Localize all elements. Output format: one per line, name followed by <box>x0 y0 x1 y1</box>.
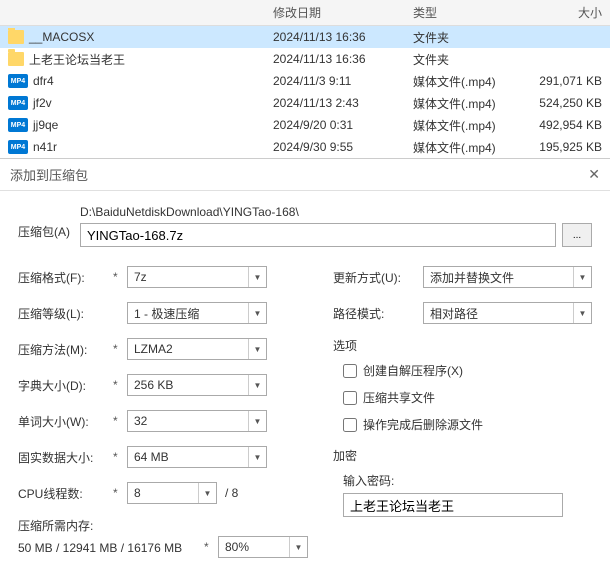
file-type: 媒体文件(.mp4) <box>405 71 520 92</box>
pathmode-label: 路径模式: <box>333 305 423 322</box>
folder-icon <box>8 52 24 66</box>
file-date: 2024/9/30 9:55 <box>265 138 405 156</box>
file-name: dfr4 <box>33 74 54 88</box>
col-header-date[interactable]: 修改日期 <box>265 0 405 25</box>
update-combo[interactable]: 添加并替换文件 ▼ <box>423 266 592 288</box>
file-list-header: 修改日期 类型 大小 <box>0 0 610 26</box>
file-list: 修改日期 类型 大小 __MACOSX2024/11/13 16:36文件夹上老… <box>0 0 610 159</box>
level-label: 压缩等级(L): <box>18 305 113 322</box>
file-type: 媒体文件(.mp4) <box>405 137 520 158</box>
browse-button[interactable]: ... <box>562 223 592 247</box>
sfx-label: 创建自解压程序(X) <box>363 362 463 379</box>
file-name: jf2v <box>33 96 52 110</box>
format-label: 压缩格式(F): <box>18 269 113 286</box>
encrypt-title: 加密 <box>333 447 592 464</box>
cpu-total: / 8 <box>225 486 238 500</box>
file-type: 媒体文件(.mp4) <box>405 115 520 136</box>
archive-dir: D:\BaiduNetdiskDownload\YINGTao-168\ <box>80 205 592 219</box>
star-icon: * <box>113 378 123 392</box>
file-size <box>520 35 610 39</box>
mp4-icon: MP4 <box>8 118 28 132</box>
mp4-icon: MP4 <box>8 96 28 110</box>
method-label: 压缩方法(M): <box>18 341 113 358</box>
file-name: jj9qe <box>33 118 58 132</box>
close-icon[interactable]: ✕ <box>588 166 600 183</box>
chevron-down-icon: ▼ <box>573 303 591 323</box>
dialog-title-text: 添加到压缩包 <box>10 165 88 184</box>
pathmode-combo[interactable]: 相对路径 ▼ <box>423 302 592 324</box>
col-header-size[interactable]: 大小 <box>520 0 610 25</box>
star-icon: * <box>113 486 123 500</box>
mp4-icon: MP4 <box>8 74 28 88</box>
chevron-down-icon: ▼ <box>248 339 266 359</box>
archive-file-input[interactable] <box>80 223 556 247</box>
star-icon: * <box>113 270 123 284</box>
chevron-down-icon: ▼ <box>248 267 266 287</box>
mem-label: 压缩所需内存: <box>18 517 308 534</box>
file-size <box>520 57 610 61</box>
chevron-down-icon: ▼ <box>573 267 591 287</box>
star-icon: * <box>113 342 123 356</box>
solid-combo[interactable]: 64 MB ▼ <box>127 446 267 468</box>
chevron-down-icon: ▼ <box>248 303 266 323</box>
file-row[interactable]: __MACOSX 2024/11/13 16:36文件夹 <box>0 26 610 48</box>
word-label: 单词大小(W): <box>18 413 113 430</box>
mem-combo[interactable]: 80% ▼ <box>218 536 308 558</box>
file-date: 2024/11/13 2:43 <box>265 94 405 112</box>
file-date: 2024/11/3 9:11 <box>265 72 405 90</box>
chevron-down-icon: ▼ <box>248 375 266 395</box>
delete-checkbox[interactable] <box>343 418 357 432</box>
mp4-icon: MP4 <box>8 140 28 154</box>
chevron-down-icon: ▼ <box>289 537 307 557</box>
password-input[interactable] <box>343 493 563 517</box>
mem-info: 50 MB / 12941 MB / 16176 MB <box>18 541 182 555</box>
file-size: 291,071 KB <box>520 72 610 90</box>
pwd-label: 输入密码: <box>343 472 592 489</box>
chevron-down-icon: ▼ <box>198 483 216 503</box>
star-icon: * <box>113 450 123 464</box>
file-size: 195,925 KB <box>520 138 610 156</box>
folder-icon <box>8 30 24 44</box>
method-combo[interactable]: LZMA2 ▼ <box>127 338 267 360</box>
star-icon: * <box>113 414 123 428</box>
star-icon: * <box>204 540 214 554</box>
dict-combo[interactable]: 256 KB ▼ <box>127 374 267 396</box>
share-checkbox[interactable] <box>343 391 357 405</box>
file-size: 492,954 KB <box>520 116 610 134</box>
file-type: 文件夹 <box>405 27 520 48</box>
file-row[interactable]: MP4 n41r 2024/9/30 9:55媒体文件(.mp4)195,925 K… <box>0 136 610 158</box>
word-combo[interactable]: 32 ▼ <box>127 410 267 432</box>
format-combo[interactable]: 7z ▼ <box>127 266 267 288</box>
archive-label: 压缩包(A) <box>18 205 70 240</box>
col-header-type[interactable]: 类型 <box>405 0 520 25</box>
dialog-titlebar: 添加到压缩包 ✕ <box>0 159 610 191</box>
cpu-label: CPU线程数: <box>18 485 113 502</box>
options-title: 选项 <box>333 337 592 354</box>
file-row[interactable]: MP4 jj9qe 2024/9/20 0:31媒体文件(.mp4)492,954 … <box>0 114 610 136</box>
chevron-down-icon: ▼ <box>248 447 266 467</box>
share-label: 压缩共享文件 <box>363 389 435 406</box>
file-name: n41r <box>33 140 57 154</box>
file-type: 媒体文件(.mp4) <box>405 93 520 114</box>
delete-label: 操作完成后删除源文件 <box>363 416 483 433</box>
dialog-body: 压缩包(A) D:\BaiduNetdiskDownload\YINGTao-1… <box>0 191 610 568</box>
sfx-checkbox[interactable] <box>343 364 357 378</box>
solid-label: 固实数据大小: <box>18 449 113 466</box>
cpu-combo[interactable]: 8 ▼ <box>127 482 217 504</box>
file-name: __MACOSX <box>29 30 94 44</box>
file-date: 2024/11/13 16:36 <box>265 28 405 46</box>
level-combo[interactable]: 1 - 极速压缩 ▼ <box>127 302 267 324</box>
file-row[interactable]: MP4 dfr4 2024/11/3 9:11媒体文件(.mp4)291,071 K… <box>0 70 610 92</box>
file-date: 2024/9/20 0:31 <box>265 116 405 134</box>
file-date: 2024/11/13 16:36 <box>265 50 405 68</box>
file-row[interactable]: 上老王论坛当老王 2024/11/13 16:36文件夹 <box>0 48 610 70</box>
file-name: 上老王论坛当老王 <box>29 51 125 68</box>
file-row[interactable]: MP4 jf2v 2024/11/13 2:43媒体文件(.mp4)524,250 … <box>0 92 610 114</box>
chevron-down-icon: ▼ <box>248 411 266 431</box>
file-type: 文件夹 <box>405 49 520 70</box>
dict-label: 字典大小(D): <box>18 377 113 394</box>
file-size: 524,250 KB <box>520 94 610 112</box>
update-label: 更新方式(U): <box>333 269 423 286</box>
